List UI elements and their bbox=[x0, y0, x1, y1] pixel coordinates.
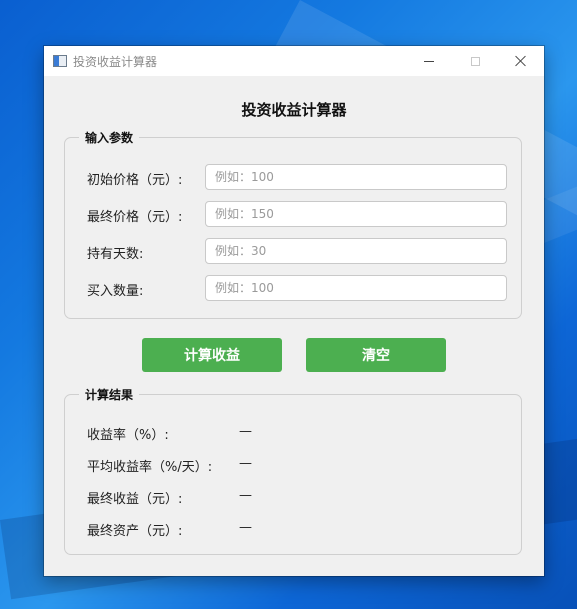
final-price-label: 最终价格（元）: bbox=[87, 210, 183, 225]
quantity-input[interactable] bbox=[205, 275, 507, 301]
final-assets-label: 最终资产（元）: bbox=[87, 524, 183, 539]
results-group-title: 计算结果 bbox=[79, 386, 140, 403]
initial-price-label: 初始价格（元）: bbox=[87, 173, 183, 188]
quantity-label: 买入数量: bbox=[87, 284, 144, 299]
initial-price-input[interactable] bbox=[205, 164, 507, 190]
holding-days-input[interactable] bbox=[205, 238, 507, 264]
close-icon bbox=[515, 55, 527, 67]
final-assets-value: — bbox=[239, 520, 252, 535]
app-icon bbox=[53, 55, 67, 67]
minimize-button[interactable] bbox=[406, 46, 452, 76]
final-profit-value: — bbox=[239, 488, 252, 503]
final-price-input[interactable] bbox=[205, 201, 507, 227]
final-profit-label: 最终收益（元）: bbox=[87, 492, 183, 507]
window-title: 投资收益计算器 bbox=[73, 54, 158, 69]
maximize-icon bbox=[470, 56, 480, 66]
page-title: 投资收益计算器 bbox=[241, 101, 347, 119]
maximize-button[interactable] bbox=[452, 46, 498, 76]
close-button[interactable] bbox=[498, 46, 544, 76]
caption-buttons bbox=[406, 46, 544, 76]
input-group-title: 输入参数 bbox=[79, 129, 140, 146]
minimize-icon bbox=[424, 60, 434, 62]
results-group: 计算结果 收益率（%）: — 平均收益率（%/天）: — 最终收益（元）: — … bbox=[64, 386, 522, 555]
holding-days-label: 持有天数: bbox=[87, 247, 144, 262]
return-rate-value: — bbox=[239, 424, 252, 439]
input-params-group: 输入参数 初始价格（元）: 最终价格（元）: 持有天数: 买入数量: bbox=[64, 129, 522, 319]
avg-daily-return-value: — bbox=[239, 456, 252, 471]
app-window: 投资收益计算器 投资收益计算器 输入参数 初始价格（元）: 最终价格（元）: 持… bbox=[44, 46, 544, 576]
avg-daily-return-label: 平均收益率（%/天）: bbox=[87, 460, 213, 475]
return-rate-label: 收益率（%）: bbox=[87, 428, 169, 443]
title-bar[interactable]: 投资收益计算器 bbox=[44, 46, 544, 76]
clear-button[interactable]: 清空 bbox=[306, 338, 446, 372]
calculate-button[interactable]: 计算收益 bbox=[142, 338, 282, 372]
